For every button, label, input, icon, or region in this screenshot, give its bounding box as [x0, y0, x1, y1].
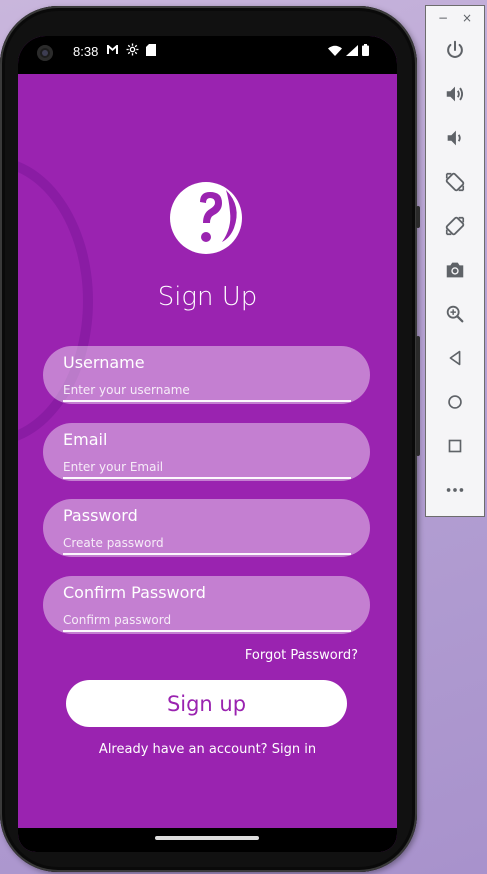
status-bar: 8:38 — [18, 36, 397, 74]
front-camera — [37, 45, 53, 61]
app-screen: 8:38 Sign Up Username Enter your usernam… — [18, 36, 397, 852]
forgot-password-link[interactable]: Forgot Password? — [245, 648, 358, 663]
volume-down-button[interactable] — [426, 120, 484, 156]
home-button[interactable] — [426, 384, 484, 420]
emulator-toolbar: − × — [425, 5, 485, 517]
signal-icon — [346, 44, 358, 56]
power-icon — [447, 40, 463, 58]
home-icon — [448, 395, 462, 409]
navigation-bar — [18, 828, 397, 852]
sd-card-icon — [146, 43, 156, 56]
email-label: Email — [63, 430, 108, 449]
power-button[interactable] — [426, 32, 484, 68]
gmail-icon — [107, 45, 118, 54]
rotate-right-button[interactable] — [426, 208, 484, 244]
username-input[interactable] — [63, 382, 351, 402]
back-button[interactable] — [426, 340, 484, 376]
screenshot-button[interactable] — [426, 252, 484, 288]
more-icon — [446, 488, 464, 492]
volume-up-icon — [446, 86, 464, 102]
more-button[interactable] — [426, 472, 484, 508]
confirm-password-input[interactable] — [63, 612, 351, 632]
rotate-right-icon — [445, 216, 465, 236]
volume-rocker — [416, 336, 420, 456]
confirm-password-field: Confirm Password — [43, 576, 370, 634]
password-field: Password — [43, 499, 370, 557]
settings-icon — [126, 43, 139, 56]
zoom-icon — [446, 305, 464, 323]
phone-frame: 8:38 Sign Up Username Enter your usernam… — [0, 6, 420, 872]
email-input[interactable] — [63, 459, 351, 479]
password-input[interactable] — [63, 535, 351, 555]
signin-link[interactable]: Already have an account? Sign in — [18, 742, 397, 757]
system-status-icons — [328, 44, 369, 56]
username-field: Username — [43, 346, 370, 404]
status-time: 8:38 — [73, 44, 99, 59]
notification-icons — [106, 43, 156, 56]
confirm-password-label: Confirm Password — [63, 583, 206, 602]
rotate-left-icon — [445, 172, 465, 192]
window-controls: − × — [426, 11, 484, 27]
volume-down-icon — [447, 130, 461, 146]
volume-up-button[interactable] — [426, 76, 484, 112]
page-title: Sign Up — [157, 282, 258, 312]
rotate-left-button[interactable] — [426, 164, 484, 200]
username-label: Username — [63, 353, 145, 372]
overview-button[interactable] — [426, 428, 484, 464]
app-logo-icon — [170, 182, 242, 254]
battery-icon — [362, 44, 369, 56]
overview-icon — [448, 439, 462, 453]
back-icon — [449, 350, 461, 366]
close-button[interactable]: × — [462, 11, 472, 25]
minimize-button[interactable]: − — [438, 11, 448, 25]
zoom-button[interactable] — [426, 296, 484, 332]
screenshot-icon — [446, 262, 464, 278]
signup-button[interactable]: Sign up — [66, 680, 347, 727]
wifi-icon — [328, 45, 342, 56]
power-key — [416, 206, 420, 228]
email-field: Email — [43, 423, 370, 481]
home-gesture-bar[interactable] — [155, 836, 259, 840]
password-label: Password — [63, 506, 138, 525]
